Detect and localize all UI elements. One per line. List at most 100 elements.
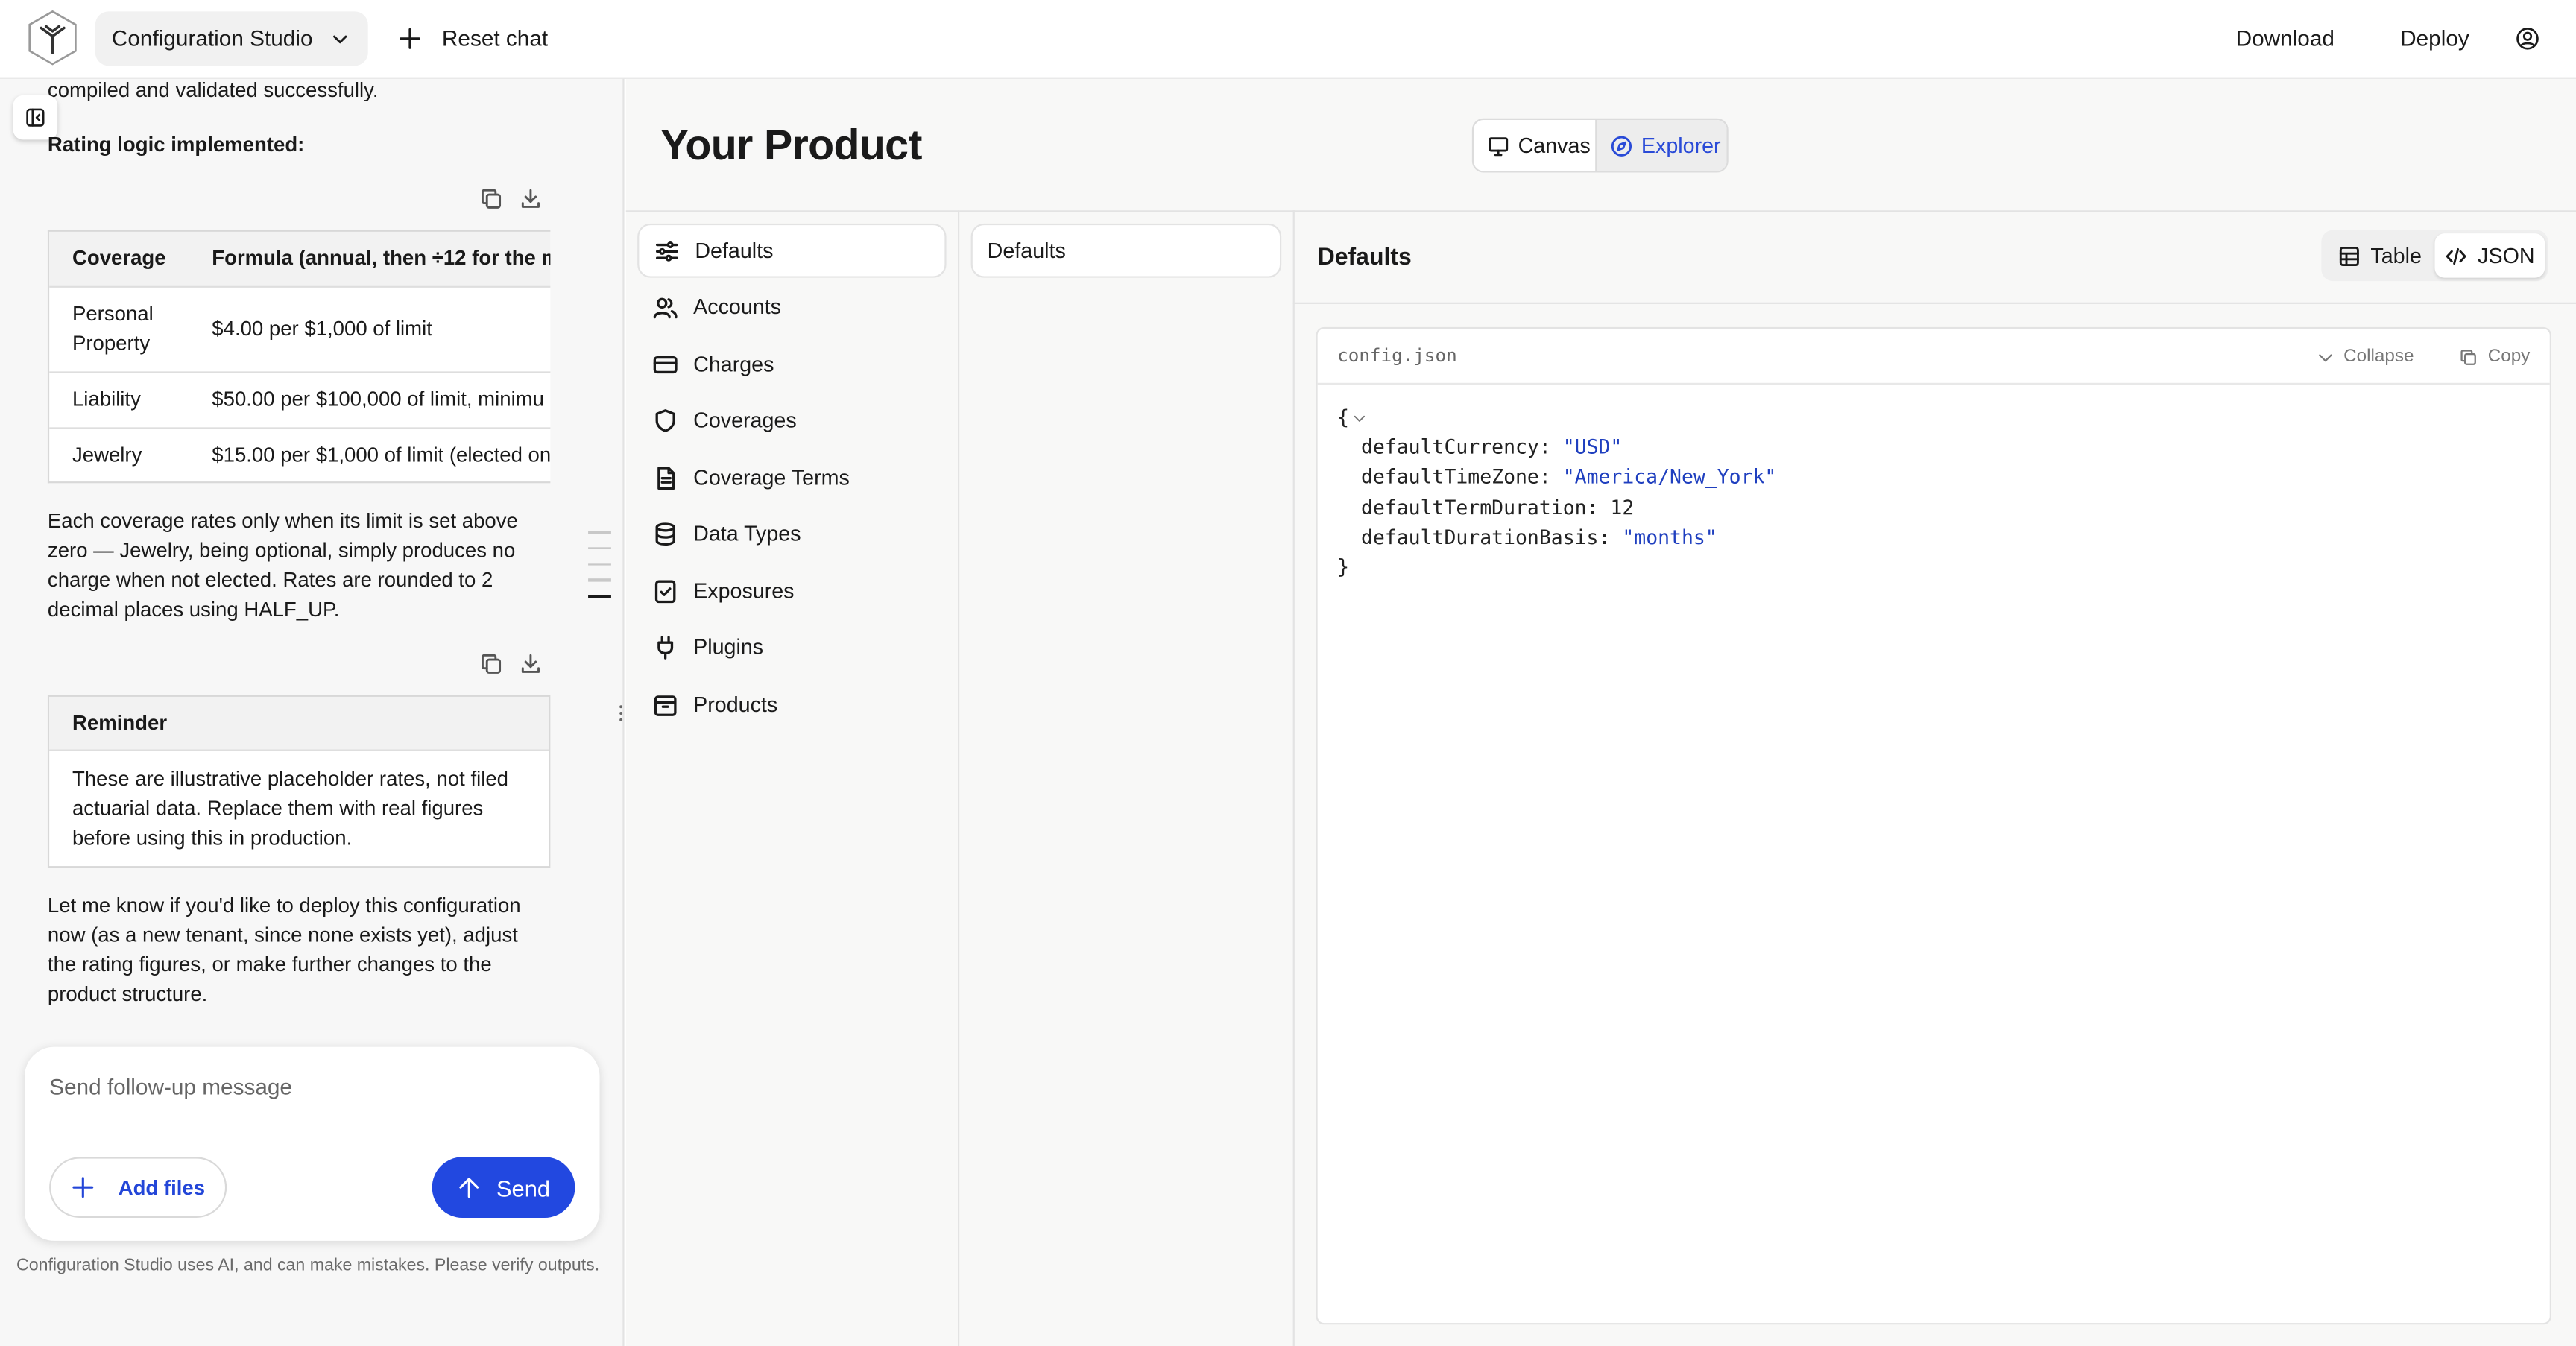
reminder-box: Reminder These are illustrative placehol… <box>47 695 551 868</box>
top-bar: Configuration Studio Reset chat Download… <box>0 0 2576 79</box>
json-line: defaultDurationBasis: "months" <box>1337 525 1717 549</box>
arrow-up-icon <box>457 1175 482 1200</box>
credit-card-icon <box>652 351 678 377</box>
users-icon <box>652 294 678 320</box>
tab-explorer[interactable]: Explorer <box>1597 119 1727 171</box>
add-files-button[interactable]: Add files <box>49 1157 227 1218</box>
table-cell: Liability <box>49 371 189 429</box>
sub-item-defaults[interactable]: Defaults <box>970 223 1282 278</box>
nav-label: Accounts <box>693 294 782 319</box>
json-code: { defaultCurrency: "USD" defaultTimeZone… <box>1318 385 2550 600</box>
shield-icon <box>652 407 678 433</box>
json-value: 12 <box>1610 496 1635 519</box>
nav-item-plugins[interactable]: Plugins <box>637 619 946 674</box>
main-panel: Your Product Canvas Explorer Defaults Ac… <box>625 78 2576 1346</box>
sidebar-collapse-icon <box>25 107 46 128</box>
nav-item-accounts[interactable]: Accounts <box>637 279 946 334</box>
compass-icon <box>1610 134 1633 157</box>
collapse-button[interactable]: Collapse <box>2316 347 2414 367</box>
message-composer: Send follow-up message Add files Send <box>25 1046 600 1241</box>
send-label: Send <box>496 1174 551 1201</box>
download-icon[interactable] <box>519 187 542 210</box>
tab-table-label: Table <box>2370 243 2422 268</box>
chat-message-text: Each coverage rates only when its limit … <box>47 509 518 622</box>
download-icon[interactable] <box>519 652 542 675</box>
table-header-coverage: Coverage <box>49 231 189 287</box>
json-line: defaultCurrency: "USD" <box>1337 435 1623 459</box>
deploy-button[interactable]: Deploy <box>2400 26 2469 51</box>
json-value: "USD" <box>1562 435 1623 459</box>
json-key: defaultTimeZone <box>1337 465 1539 489</box>
json-line: defaultTimeZone: "America/New_York" <box>1337 465 1777 489</box>
tab-canvas-label: Canvas <box>1518 133 1591 158</box>
reset-chat-button[interactable]: Reset chat <box>397 11 548 66</box>
tab-json-label: JSON <box>2478 243 2535 268</box>
table-cell: Personal Property <box>49 285 189 373</box>
page-title: Your Product <box>660 119 922 170</box>
format-toggle: Table JSON <box>2321 230 2548 282</box>
download-button[interactable]: Download <box>2236 26 2334 51</box>
database-icon <box>652 520 678 546</box>
table-cell: $50.00 per $100,000 of limit, minimu <box>189 371 551 429</box>
json-value: "months" <box>1622 525 1717 549</box>
app-logo-icon[interactable] <box>26 10 79 66</box>
nav-item-defaults[interactable]: Defaults <box>637 223 947 278</box>
reminder-actions <box>480 652 543 675</box>
json-line: defaultTermDuration: 12 <box>1337 496 1635 519</box>
nav-item-coverages[interactable]: Coverages <box>637 393 946 447</box>
nav-item-charges[interactable]: Charges <box>637 337 946 391</box>
plus-icon <box>71 1175 95 1200</box>
chat-panel: compiled and validated successfully. Rat… <box>0 78 625 1346</box>
reset-chat-label: Reset chat <box>441 26 549 51</box>
studio-selector[interactable]: Configuration Studio <box>95 11 368 66</box>
json-viewer: config.json Collapse Copy { defaultCurre… <box>1316 326 2551 1325</box>
monitor-icon <box>1487 134 1510 157</box>
sub-item-list: Defaults <box>959 210 1295 1346</box>
tab-canvas[interactable]: Canvas <box>1474 119 1597 171</box>
add-files-label: Add files <box>118 1175 206 1199</box>
json-value: "America/New_York" <box>1562 465 1777 489</box>
nav-label: Charges <box>693 351 774 376</box>
nav-label: Coverage Terms <box>693 465 850 490</box>
nav-item-coverage-terms[interactable]: Coverage Terms <box>637 450 946 505</box>
table-row: Personal Property $4.00 per $1,000 of li… <box>49 285 551 373</box>
nav-label: Products <box>693 692 778 717</box>
copy-icon[interactable] <box>480 652 503 675</box>
nav-item-exposures[interactable]: Exposures <box>637 563 946 618</box>
nav-item-data-types[interactable]: Data Types <box>637 506 946 560</box>
json-key: defaultDurationBasis <box>1337 525 1599 549</box>
table-actions <box>480 187 543 210</box>
view-toggle: Canvas Explorer <box>1471 118 1729 173</box>
table-row: Liability $50.00 per $100,000 of limit, … <box>49 371 551 429</box>
scroll-position-indicator[interactable] <box>588 531 611 612</box>
json-lines: defaultCurrency: "USD" defaultTimeZone: … <box>1337 436 1776 549</box>
file-name: config.json <box>1337 345 1457 367</box>
chat-message-text: compiled and validated successfully. <box>47 78 379 102</box>
tab-json[interactable]: JSON <box>2434 233 2545 278</box>
nav-label: Coverages <box>693 407 797 432</box>
chat-message-text: Let me know if you'd like to deploy this… <box>47 894 521 1006</box>
nav-item-products[interactable]: Products <box>637 677 946 732</box>
json-close-brace: } <box>1337 555 1350 579</box>
rating-logic-heading: Rating logic implemented: <box>47 133 305 157</box>
table-cell: $15.00 per $1,000 of limit (elected on <box>212 443 551 467</box>
collapse-label: Collapse <box>2343 347 2414 367</box>
nav-label: Data Types <box>693 521 801 546</box>
section-nav: Defaults Accounts Charges Coverages Cove… <box>625 210 960 1346</box>
copy-button[interactable]: Copy <box>2460 347 2530 367</box>
tab-table[interactable]: Table <box>2325 233 2435 278</box>
plug-icon <box>652 633 678 660</box>
plus-icon <box>397 26 422 51</box>
send-button[interactable]: Send <box>432 1157 575 1218</box>
table-icon <box>2337 244 2361 267</box>
code-icon <box>2445 244 2468 267</box>
tab-explorer-label: Explorer <box>1641 133 1721 158</box>
chevron-down-icon <box>329 27 352 50</box>
sliders-icon <box>654 238 680 264</box>
message-input[interactable]: Send follow-up message <box>49 1075 292 1099</box>
user-avatar-icon[interactable] <box>2515 26 2539 51</box>
chevron-down-icon[interactable] <box>1352 411 1367 426</box>
checklist-icon <box>652 578 678 604</box>
copy-icon[interactable] <box>480 187 503 210</box>
reminder-body: These are illustrative placeholder rates… <box>72 767 508 850</box>
